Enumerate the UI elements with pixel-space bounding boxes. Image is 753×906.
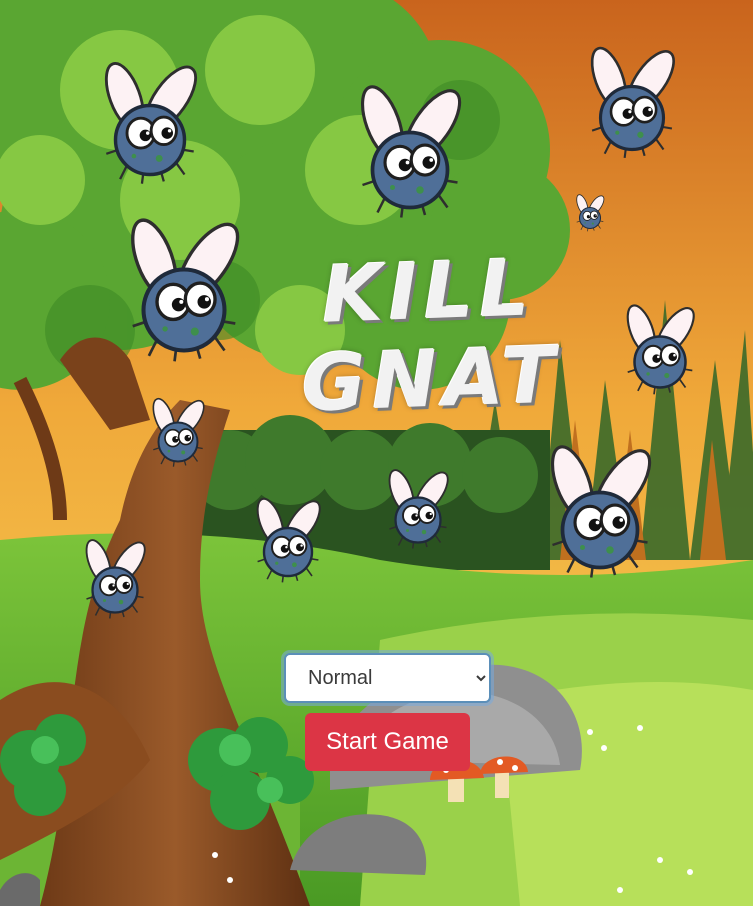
difficulty-select[interactable]: Normal xyxy=(284,653,491,703)
game-title-line-1: KILL xyxy=(320,243,537,341)
game-title: KILL GNAT xyxy=(292,243,568,430)
start-game-button[interactable]: Start Game xyxy=(305,713,470,771)
game-title-line-2: GNAT xyxy=(300,330,563,430)
